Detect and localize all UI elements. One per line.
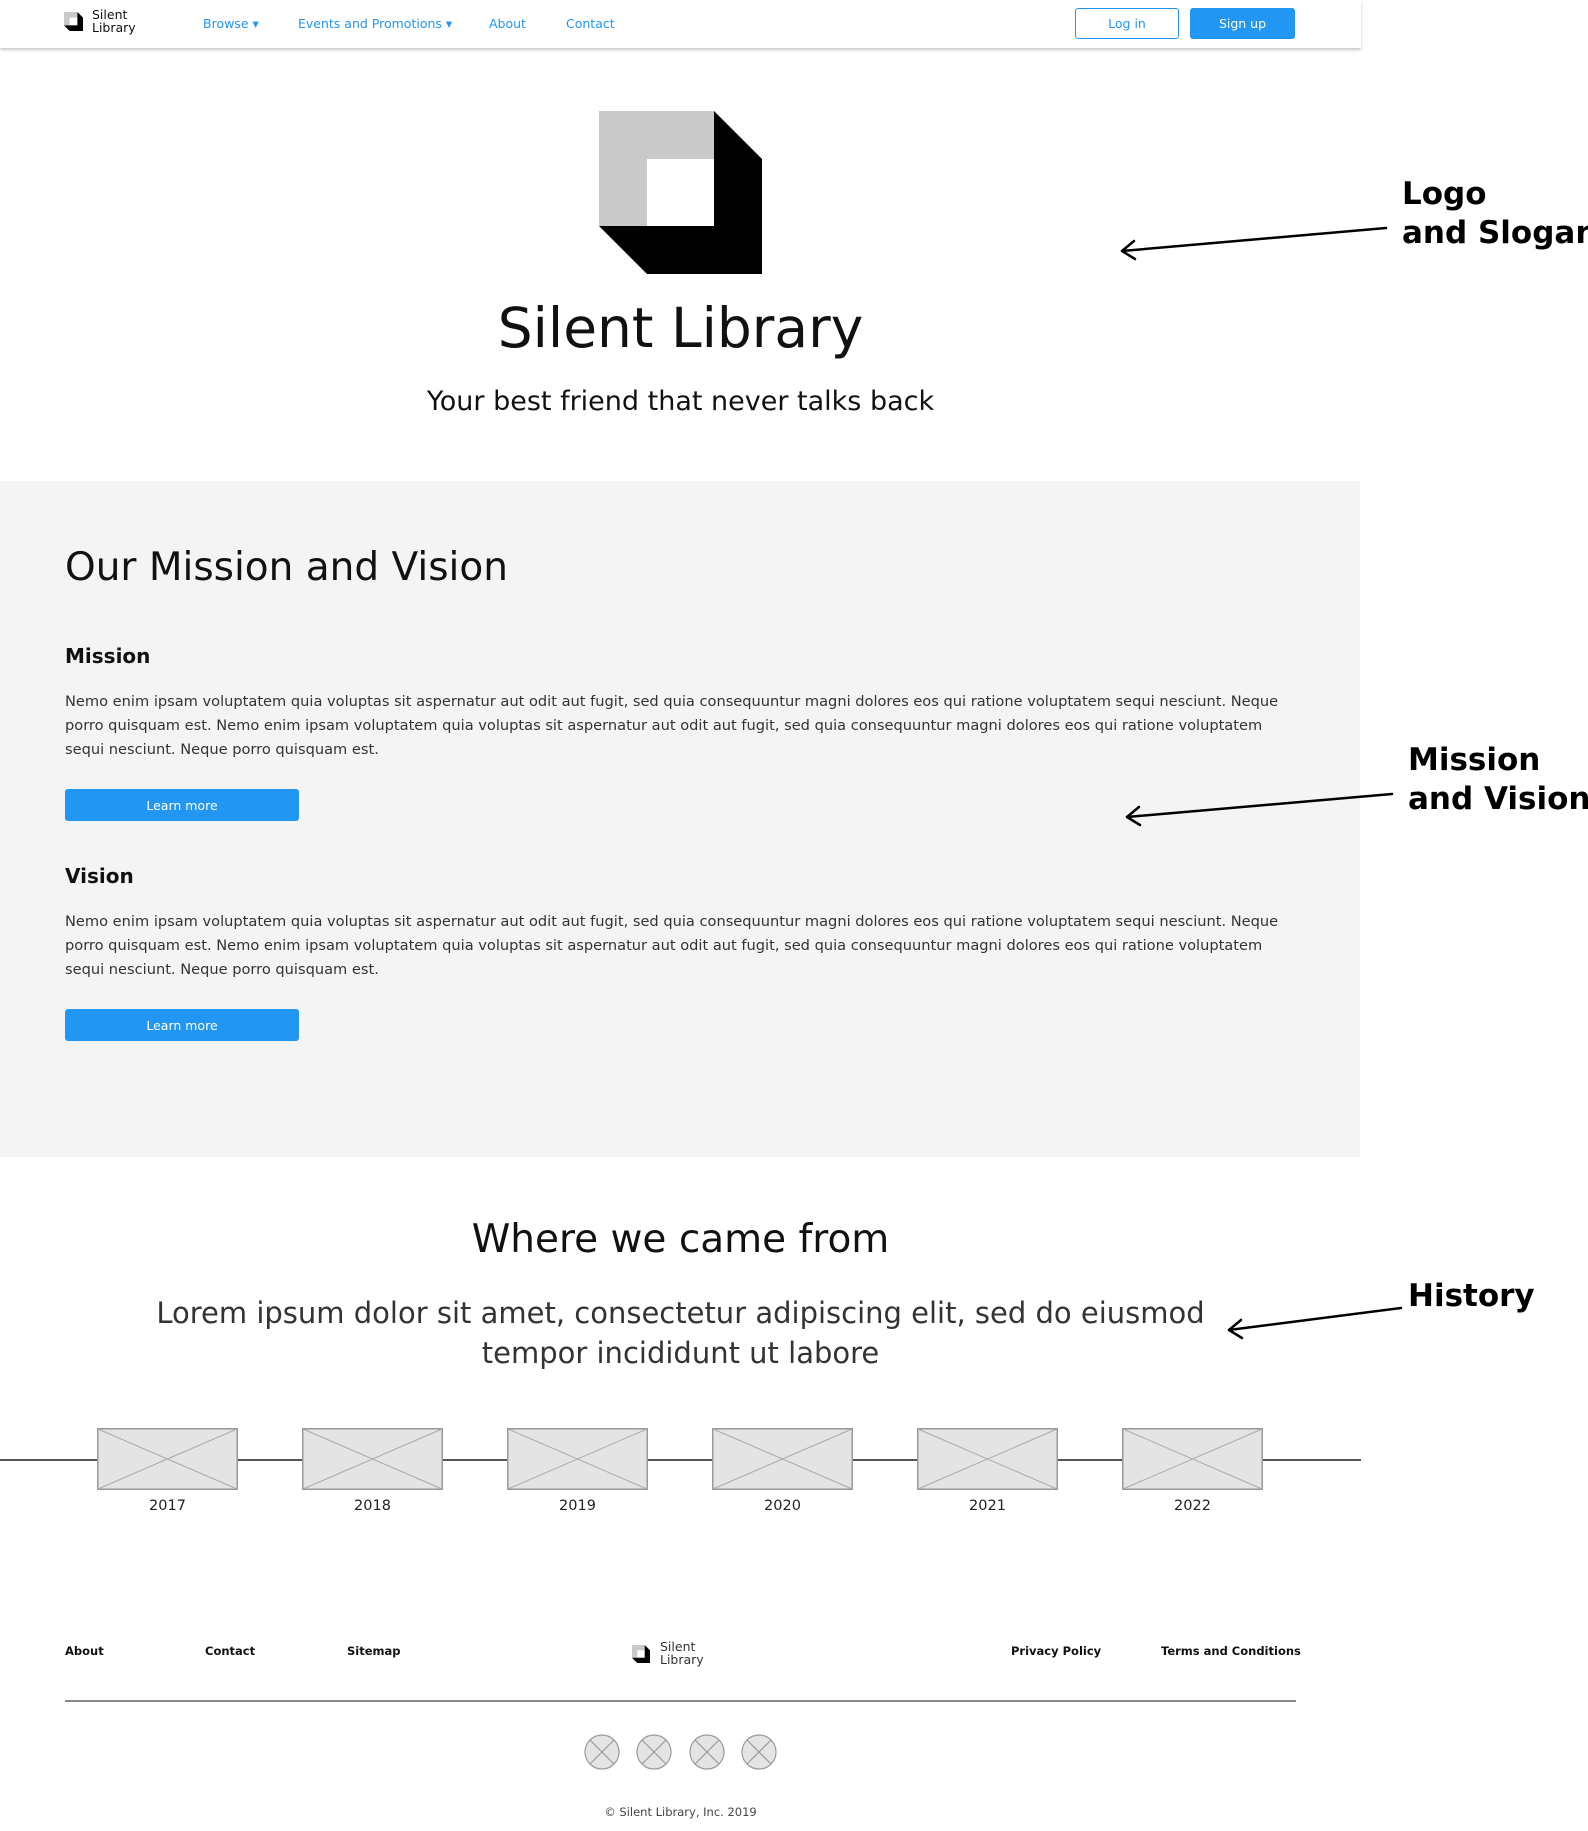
social-placeholder-icon[interactable] (741, 1734, 777, 1770)
annotation-logo-line2: and Slogan (1402, 215, 1588, 251)
mission-section-heading: Our Mission and Vision (65, 545, 508, 590)
annotation-mission-line1: Mission (1408, 742, 1541, 778)
vision-learn-more-button[interactable]: Learn more (65, 1009, 299, 1041)
footer-logo[interactable]: Silent Library (632, 1640, 704, 1667)
timeline-year: 2020 (764, 1498, 801, 1514)
footer-contact-link[interactable]: Contact (205, 1644, 255, 1658)
vision-text: Nemo enim ipsam voluptatem quia voluptas… (65, 913, 1279, 978)
footer-sitemap-link[interactable]: Sitemap (347, 1644, 401, 1658)
social-placeholder-icon[interactable] (584, 1734, 620, 1770)
timeline-year: 2018 (354, 1498, 391, 1514)
nav-about-link[interactable]: About (489, 16, 526, 31)
history-heading: Where we came from (471, 1217, 890, 1262)
footer-terms-link[interactable]: Terms and Conditions (1161, 1644, 1301, 1658)
annotation-logo-line1: Logo (1402, 176, 1487, 212)
image-placeholder-icon (1122, 1428, 1263, 1490)
footer-privacy-link[interactable]: Privacy Policy (1011, 1644, 1101, 1658)
nav-logo[interactable]: Silent Library (64, 8, 136, 35)
footer-logo-line2: Library (660, 1651, 704, 1667)
timeline-item[interactable]: 2021 (917, 1428, 1058, 1514)
image-placeholder-icon (712, 1428, 853, 1490)
timeline-item[interactable]: 2019 (507, 1428, 648, 1514)
timeline-year: 2019 (559, 1498, 596, 1514)
nav-events-dropdown[interactable]: Events and Promotions ▾ (298, 16, 452, 31)
library-logo-icon (632, 1644, 650, 1663)
social-placeholder-icon[interactable] (689, 1734, 725, 1770)
mission-text: Nemo enim ipsam voluptatem quia voluptas… (65, 693, 1279, 758)
timeline-item[interactable]: 2022 (1122, 1428, 1263, 1514)
copyright-text: © Silent Library, Inc. 2019 (604, 1805, 757, 1819)
hero-slogan: Your best friend that never talks back (426, 386, 935, 417)
timeline-item[interactable]: 2017 (97, 1428, 238, 1514)
image-placeholder-icon (917, 1428, 1058, 1490)
annotation-mission-line2: and Vision (1408, 781, 1588, 817)
image-placeholder-icon (302, 1428, 443, 1490)
timeline-year: 2021 (969, 1498, 1006, 1514)
hero-title: Silent Library (497, 296, 864, 360)
signup-button[interactable]: Sign up (1190, 8, 1295, 39)
timeline-year: 2017 (149, 1498, 186, 1514)
nav-contact-link[interactable]: Contact (566, 16, 615, 31)
annotation-history: History (1408, 1278, 1535, 1314)
footer-about-link[interactable]: About (65, 1644, 104, 1658)
image-placeholder-icon (507, 1428, 648, 1490)
image-placeholder-icon (97, 1428, 238, 1490)
timeline-year: 2022 (1174, 1498, 1211, 1514)
footer-divider (65, 1700, 1296, 1702)
timeline-item[interactable]: 2018 (302, 1428, 443, 1514)
mission-title: Mission (65, 644, 151, 668)
vision-title: Vision (65, 864, 134, 888)
login-button[interactable]: Log in (1075, 8, 1179, 39)
nav-browse-dropdown[interactable]: Browse ▾ (203, 16, 259, 31)
history-text: Lorem ipsum dolor sit amet, consectetur … (156, 1296, 1205, 1370)
logo-text-line2: Library (92, 19, 136, 35)
library-logo-icon (64, 12, 83, 31)
hero-logo-icon (599, 111, 762, 274)
timeline-item[interactable]: 2020 (712, 1428, 853, 1514)
mission-learn-more-button[interactable]: Learn more (65, 789, 299, 821)
social-placeholder-icon[interactable] (636, 1734, 672, 1770)
